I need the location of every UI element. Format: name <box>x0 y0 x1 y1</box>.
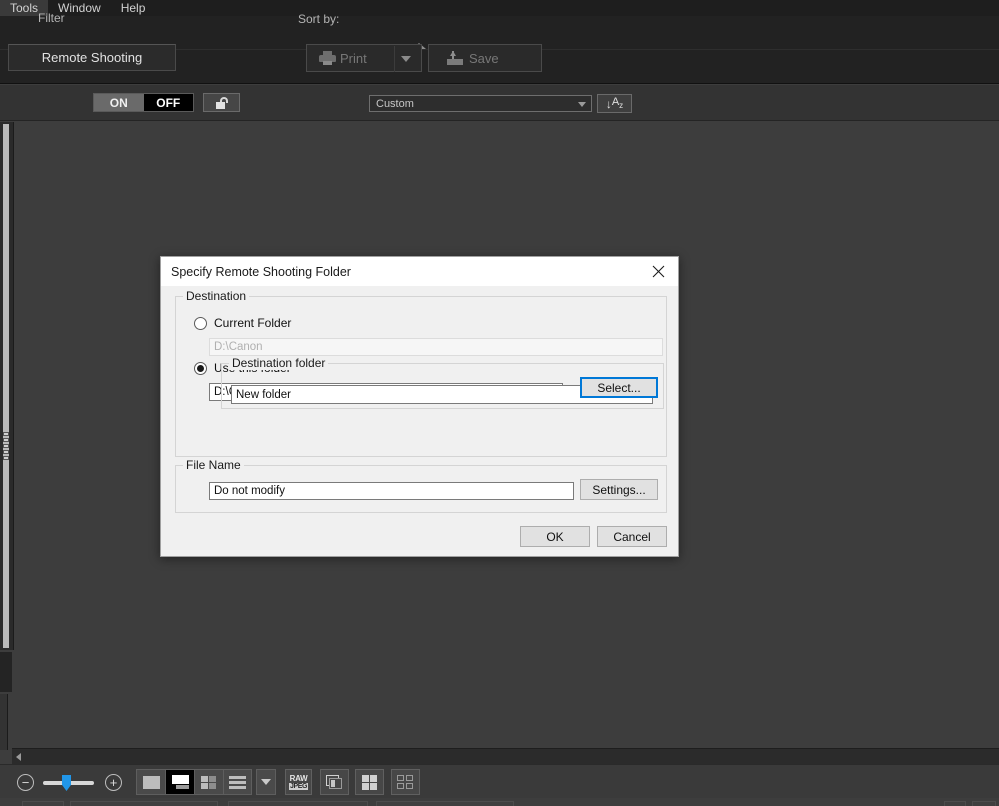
quad-outline-grid-icon <box>397 774 414 790</box>
single-image-icon <box>142 775 160 789</box>
filter-lock-button[interactable] <box>203 93 240 112</box>
ok-button-label: OK <box>546 529 564 544</box>
ok-button[interactable]: OK <box>520 526 590 547</box>
view-mode-dropdown-button[interactable] <box>256 769 276 795</box>
sort-by-label: Sort by: <box>298 12 340 26</box>
view-mode-thumbnail-grid[interactable] <box>194 769 223 795</box>
dialog-title-bar: Specify Remote Shooting Folder <box>161 257 678 286</box>
compare-layout-button[interactable] <box>391 769 420 795</box>
left-side-panel <box>0 122 14 650</box>
print-label: Print <box>340 50 367 66</box>
bottom-stub-button-1[interactable] <box>22 801 64 806</box>
arrow-left-icon[interactable] <box>16 753 21 761</box>
file-name-field[interactable]: Do not modify <box>209 482 574 500</box>
radio-button-use-this-folder[interactable] <box>194 361 207 375</box>
chevron-down-icon <box>261 779 271 785</box>
save-tray-icon <box>447 51 463 65</box>
unlocked-padlock-icon <box>215 96 228 109</box>
destination-folder-group-label: Destination folder <box>229 356 329 370</box>
bottom-stub-button-3[interactable] <box>228 801 368 806</box>
thumbnail-grid-icon <box>200 775 218 789</box>
dialog-title: Specify Remote Shooting Folder <box>171 264 351 279</box>
view-mode-single-image[interactable] <box>136 769 165 795</box>
chevron-down-icon[interactable] <box>401 56 411 62</box>
close-icon[interactable] <box>638 257 678 286</box>
destination-folder-value: New folder <box>236 388 291 401</box>
bottom-stub-button-2[interactable] <box>70 801 218 806</box>
filter-toggle-off[interactable]: OFF <box>143 94 193 111</box>
save-button[interactable]: Save <box>428 44 542 72</box>
save-label: Save <box>469 50 499 66</box>
filter-toggle[interactable]: ON OFF <box>93 93 194 112</box>
left-panel-strip <box>3 124 9 648</box>
file-name-value: Do not modify <box>214 485 285 497</box>
quad-grid-icon <box>362 774 377 790</box>
bottom-stub-button-6[interactable] <box>972 801 996 806</box>
select-folder-label: Select... <box>597 380 641 395</box>
image-stack-button[interactable] <box>320 769 349 795</box>
multi-layout-button[interactable] <box>355 769 384 795</box>
list-view-icon <box>229 775 246 789</box>
radio-current-folder[interactable]: Current Folder <box>194 316 291 330</box>
menu-item-help[interactable]: Help <box>111 0 156 16</box>
sort-direction-button[interactable]: ↓ Az <box>597 94 632 113</box>
panel-splitter-handle[interactable] <box>3 432 11 460</box>
view-mode-preview[interactable] <box>165 769 194 795</box>
view-mode-buttons <box>136 769 252 795</box>
preview-pane-icon <box>171 775 189 789</box>
left-side-panel-tertiary <box>0 694 8 750</box>
file-name-settings-label: Settings... <box>592 482 646 497</box>
raw-jpeg-filter-button[interactable]: RAW JPEG <box>285 769 312 795</box>
filter-label: Filter <box>38 11 65 25</box>
chevron-down-icon <box>578 102 586 107</box>
print-divider <box>394 46 395 72</box>
remote-shooting-button[interactable]: Remote Shooting <box>8 44 176 71</box>
specify-remote-shooting-folder-dialog: Specify Remote Shooting Folder Destinati… <box>160 256 679 557</box>
zoom-out-button[interactable]: − <box>17 774 34 791</box>
remote-shooting-label: Remote Shooting <box>41 50 143 65</box>
left-side-panel-secondary <box>0 652 12 692</box>
horizontal-scrollbar[interactable] <box>12 748 999 764</box>
file-name-group-label: File Name <box>183 458 244 472</box>
menu-bar: Tools Window Help <box>0 0 999 16</box>
raw-jpeg-icon: RAW JPEG <box>288 773 309 790</box>
current-folder-path-field: D:\Canon <box>209 338 663 356</box>
zoom-out-label: − <box>21 775 30 790</box>
radio-button-current-folder[interactable] <box>194 316 207 330</box>
filter-toggle-on[interactable]: ON <box>94 94 144 111</box>
radio-current-folder-label: Current Folder <box>214 316 292 330</box>
printer-icon <box>319 51 336 65</box>
destination-group-label: Destination <box>183 289 250 303</box>
view-mode-list[interactable] <box>223 769 252 795</box>
sort-by-select[interactable]: Custom <box>369 95 592 112</box>
sort-az-label: Az <box>611 96 624 111</box>
cancel-button-label: Cancel <box>613 529 651 544</box>
cancel-button[interactable]: Cancel <box>597 526 667 547</box>
zoom-in-label: + <box>109 775 118 790</box>
file-name-settings-button[interactable]: Settings... <box>580 479 658 500</box>
print-button[interactable]: Print <box>306 44 422 72</box>
bottom-stub-button-5[interactable] <box>944 801 966 806</box>
image-stack-icon <box>326 775 343 789</box>
sort-by-value: Custom <box>376 97 414 110</box>
zoom-in-button[interactable]: + <box>105 774 122 791</box>
current-folder-path-value: D:\Canon <box>214 341 263 353</box>
select-folder-button[interactable]: Select... <box>580 377 658 398</box>
bottom-stub-button-4[interactable] <box>376 801 514 806</box>
